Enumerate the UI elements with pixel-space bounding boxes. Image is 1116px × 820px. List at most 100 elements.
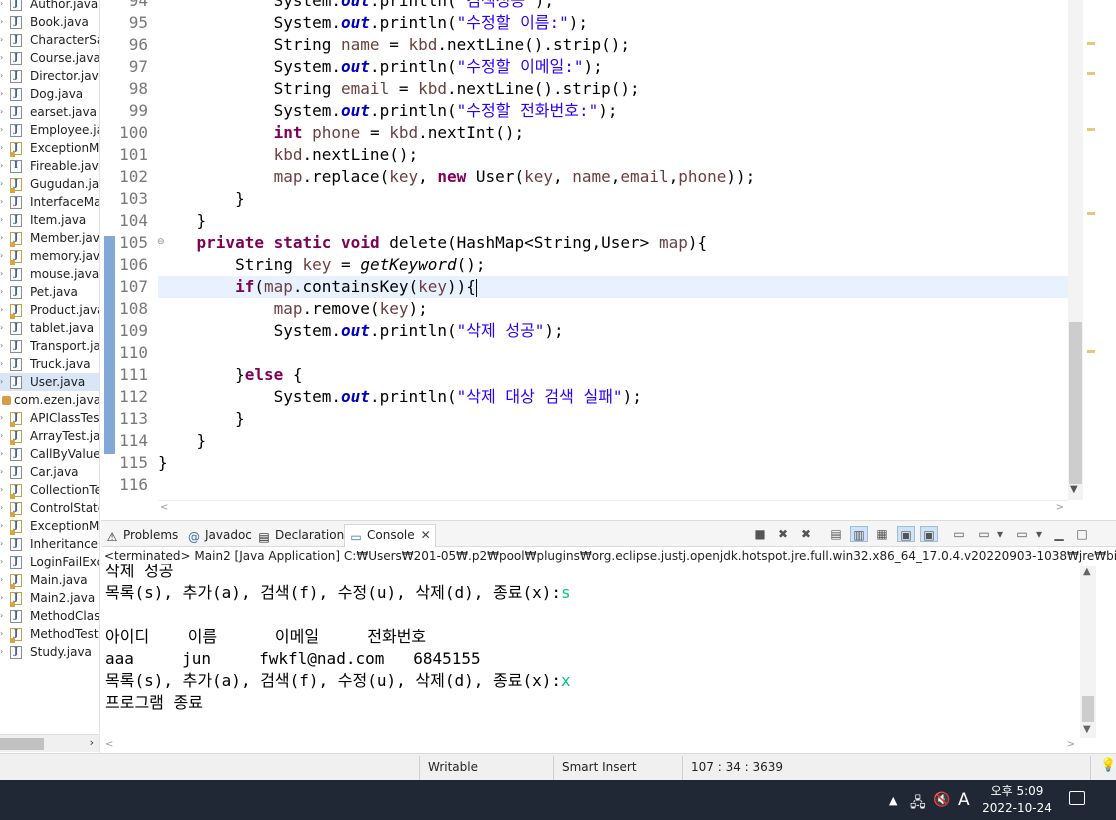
tree-file-item[interactable]: › J CallByValueF: [0, 445, 99, 463]
code-line[interactable]: System.out.println("수정할 이메일:");: [158, 56, 1068, 78]
tree-file-item[interactable]: › J CollectionTe: [0, 481, 99, 499]
tree-file-item[interactable]: › J Main.java: [0, 571, 99, 589]
code-line[interactable]: }: [158, 188, 1068, 210]
expand-arrow-icon[interactable]: ›: [0, 373, 8, 391]
pin-console-icon[interactable]: ▭: [950, 526, 968, 542]
scrollbar-thumb[interactable]: [1069, 322, 1082, 484]
scroll-down-icon[interactable]: ▼: [1083, 724, 1091, 735]
expand-arrow-icon[interactable]: ›: [0, 139, 8, 157]
code-editor[interactable]: 94 95 96 97 98 99 100 101 102 103 104 105 ⊖ 106 107 108…: [101, 0, 1116, 518]
expand-arrow-icon[interactable]: ›: [0, 229, 8, 247]
expand-arrow-icon[interactable]: ›: [0, 13, 8, 31]
code-line[interactable]: map.replace(key, new User(key, name,emai…: [158, 166, 1068, 188]
chevron-down-icon[interactable]: ▾: [1030, 526, 1048, 542]
code-area[interactable]: System.out.println("검색성공"); System.out.p…: [158, 0, 1068, 500]
expand-arrow-icon[interactable]: ›: [0, 517, 8, 535]
tree-file-item[interactable]: › J Truck.java: [0, 355, 99, 373]
scroll-down-icon[interactable]: ▼: [1070, 484, 1078, 495]
ime-indicator[interactable]: A: [958, 790, 970, 810]
console-vertical-scrollbar[interactable]: ▲ ▼: [1080, 566, 1096, 738]
tree-file-item[interactable]: › J Car.java: [0, 463, 99, 481]
system-clock[interactable]: 오후 5:09 2022-10-24: [975, 783, 1059, 817]
chevron-up-icon[interactable]: ▲: [889, 794, 897, 807]
expand-arrow-icon[interactable]: ›: [0, 85, 8, 103]
tree-file-item[interactable]: › J Dog.java: [0, 85, 99, 103]
expand-arrow-icon[interactable]: ›: [0, 103, 8, 121]
chevron-down-icon[interactable]: ▾: [991, 526, 1009, 542]
tab-declaration[interactable]: ▤ Declaration: [257, 525, 344, 545]
explorer-horizontal-scrollbar[interactable]: ›: [0, 734, 99, 752]
code-line[interactable]: System.out.println("수정할 전화번호:");: [158, 100, 1068, 122]
tree-file-item[interactable]: › J Director.java: [0, 67, 99, 85]
tree-file-item[interactable]: ›J InheritanceM: [0, 535, 99, 553]
scrollbar-thumb[interactable]: [1082, 696, 1094, 722]
show-on-stderr-icon[interactable]: ▣: [920, 526, 938, 542]
tab-javadoc[interactable]: @ Javadoc: [187, 525, 252, 545]
expand-arrow-icon[interactable]: ›: [0, 193, 8, 211]
warning-marker[interactable]: [1087, 212, 1095, 215]
expand-arrow-icon[interactable]: ›: [0, 553, 8, 571]
expand-arrow-icon[interactable]: ›: [0, 625, 8, 643]
tab-problems[interactable]: ⚠ Problems: [105, 525, 179, 545]
editor-vertical-scrollbar[interactable]: ▼: [1068, 0, 1083, 500]
code-line[interactable]: }: [158, 452, 1068, 474]
expand-arrow-icon[interactable]: ›: [0, 301, 8, 319]
expand-arrow-icon[interactable]: ›: [0, 283, 8, 301]
expand-arrow-icon[interactable]: ›: [0, 535, 8, 553]
tree-file-item[interactable]: › J ExceptionMa: [0, 139, 99, 157]
clear-console-icon[interactable]: ▤: [827, 526, 845, 542]
console-output[interactable]: 삭제 성공 목록(s), 추가(a), 검색(f), 수정(u), 삭제(d), …: [101, 564, 1079, 736]
show-on-stdout-icon[interactable]: ▣: [897, 526, 915, 542]
tree-file-item[interactable]: › J Member.java: [0, 229, 99, 247]
expand-arrow-icon[interactable]: ›: [0, 0, 8, 13]
scroll-right-icon[interactable]: >: [1056, 502, 1064, 513]
tree-file-item[interactable]: › J ControlState: [0, 499, 99, 517]
tree-file-item[interactable]: › J MethodClass: [0, 607, 99, 625]
code-line[interactable]: System.out.println("검색성공");: [158, 0, 1068, 12]
minimize-icon[interactable]: ▁: [1050, 526, 1068, 542]
code-line[interactable]: String name = kbd.nextLine().strip();: [158, 34, 1068, 56]
tree-file-item[interactable]: › Jmouse.java: [0, 265, 99, 283]
word-wrap-icon[interactable]: ▦: [873, 526, 891, 542]
expand-arrow-icon[interactable]: ›: [0, 337, 8, 355]
tree-file-item[interactable]: › J Gugudan.jav: [0, 175, 99, 193]
code-line[interactable]: }: [158, 430, 1068, 452]
scroll-up-icon[interactable]: ▲: [1083, 566, 1091, 577]
expand-arrow-icon[interactable]: ›: [0, 643, 8, 661]
tree-file-item[interactable]: › J LoginFailExc: [0, 553, 99, 571]
tab-console[interactable]: ▭ Console ✕: [344, 524, 436, 547]
lightbulb-icon[interactable]: 💡: [1100, 758, 1116, 773]
code-line[interactable]: if(map.containsKey(key)){: [158, 276, 1068, 298]
code-line[interactable]: }: [158, 408, 1068, 430]
network-icon[interactable]: 🖧: [910, 792, 926, 816]
tree-file-item[interactable]: › J APIClassTest: [0, 409, 99, 427]
expand-arrow-icon[interactable]: ›: [0, 31, 8, 49]
speaker-muted-icon[interactable]: 🔇: [933, 792, 950, 808]
scroll-left-icon[interactable]: <: [160, 502, 168, 513]
expand-arrow-icon[interactable]: ›: [0, 571, 8, 589]
tree-file-item[interactable]: › J Book.java: [0, 13, 99, 31]
code-line[interactable]: String key = getKeyword();: [158, 254, 1068, 276]
code-line[interactable]: map.remove(key);: [158, 298, 1068, 320]
tree-file-item[interactable]: › J Course.java: [0, 49, 99, 67]
tree-file-item[interactable]: › Jtablet.java: [0, 319, 99, 337]
tree-file-item[interactable]: ›J Employee.jav: [0, 121, 99, 139]
warning-marker[interactable]: [1087, 350, 1095, 353]
expand-arrow-icon[interactable]: ›: [0, 463, 8, 481]
expand-arrow-icon[interactable]: ›: [0, 121, 8, 139]
expand-arrow-icon[interactable]: ›: [0, 355, 8, 373]
expand-arrow-icon[interactable]: ›: [0, 211, 8, 229]
tree-file-item[interactable]: › J ExceptionMa: [0, 517, 99, 535]
expand-arrow-icon[interactable]: ›: [0, 409, 8, 427]
code-line[interactable]: System.out.println("삭제 성공");: [158, 320, 1068, 342]
expand-arrow-icon[interactable]: ›: [0, 67, 8, 85]
scroll-right-icon[interactable]: >: [1067, 739, 1075, 750]
code-line[interactable]: }else {: [158, 364, 1068, 386]
tree-file-item[interactable]: ›J Transport.jav: [0, 337, 99, 355]
warning-marker[interactable]: [1087, 128, 1095, 131]
scroll-left-icon[interactable]: <: [105, 739, 113, 750]
code-line[interactable]: kbd.nextLine();: [158, 144, 1068, 166]
expand-arrow-icon[interactable]: ›: [0, 589, 8, 607]
expand-arrow-icon[interactable]: ›: [0, 607, 8, 625]
tree-file-item[interactable]: › J MethodTest.: [0, 625, 99, 643]
